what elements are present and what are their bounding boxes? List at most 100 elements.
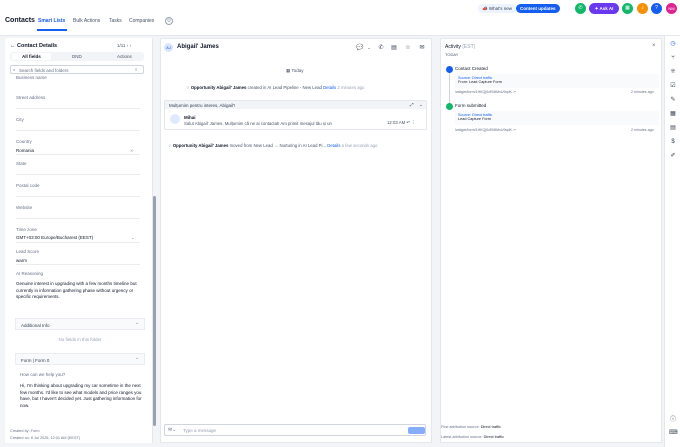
pager-count: 1/11 (117, 43, 126, 48)
form-question-label: How can we help you? (20, 372, 66, 377)
phone-icon[interactable]: ✆ (377, 44, 385, 52)
gear-icon[interactable]: ⚙ (165, 17, 173, 25)
keyboard-icon[interactable]: ⌨ (669, 429, 678, 437)
tab-companies[interactable]: Companies (129, 18, 154, 24)
pencil-icon[interactable]: ✎ (669, 96, 677, 104)
activity-event-card[interactable]: Source: Direct traffic From: Lead Captur… (455, 74, 659, 88)
help-icon[interactable]: ? (651, 3, 662, 14)
chat-bubble-icon[interactable]: 💬 (356, 44, 364, 52)
divider (16, 196, 140, 197)
activity-timezone: (EST) (462, 44, 476, 50)
ask-ai-button[interactable]: ✦ Ask AI (589, 3, 619, 14)
message-thread[interactable]: Mulțumim pentru interes, Abigail'! ⤢ ⌄ M… (164, 100, 427, 130)
tab-tasks[interactable]: Tasks (109, 18, 122, 24)
first-attribution-value: Direct traffic (480, 425, 501, 429)
wrench-icon[interactable]: ✐ (669, 152, 677, 160)
expand-icon[interactable]: ⤢ (410, 102, 414, 107)
event-text: moved from New Lead → Nurturing in AI Le… (229, 143, 327, 148)
back-arrow-icon[interactable]: ← (10, 43, 16, 49)
field-label-state: State (16, 161, 27, 166)
grid-icon[interactable]: ⁜ (669, 68, 677, 76)
event-details-link[interactable]: Details (327, 143, 340, 148)
opportunity-moved-event: ⁘ Opportunity Abigail' James moved from … (168, 143, 428, 149)
check-icon[interactable]: ☑ (669, 82, 677, 90)
lead-score-value[interactable]: warm (16, 258, 27, 263)
send-button[interactable] (408, 427, 425, 434)
ai-reasoning-value[interactable]: Genuine interest in upgrading with a few… (16, 281, 140, 301)
star-icon[interactable]: ☆ (404, 44, 412, 52)
form-url-label: /widget/form/1HKQj0zEMlMvU9qdK (455, 128, 512, 132)
empty-folder-text: No fields in this folder (58, 337, 102, 342)
opportunity-created-event: ⁘ Opportunity Abigail' James created in … (186, 85, 446, 91)
tab-actions[interactable]: Actions (117, 54, 132, 59)
mail-icon[interactable]: ✉ (418, 44, 426, 52)
info-icon[interactable]: ⓘ (669, 416, 677, 424)
date-divider-label: Today (291, 68, 304, 73)
tab-bulk-actions[interactable]: Bulk Actions (73, 18, 100, 24)
search-fields-input[interactable]: Search fields and folders (10, 65, 144, 74)
first-attribution-label: First attribution source: (441, 425, 480, 429)
message-time: 12:03 AM ↶ ⋮ (387, 120, 415, 126)
chevron-down-icon[interactable]: ⌄ (131, 235, 134, 240)
event-title: Opportunity Abigail' James (172, 143, 229, 148)
tab-smart-lists[interactable]: Smart Lists (38, 18, 65, 24)
form-url-label: /widget/form/1HKQj0zEMlMvU9qdK (455, 90, 512, 94)
apps-icon[interactable]: ▦ (622, 3, 633, 14)
filter-icon[interactable]: ≡ (135, 67, 137, 72)
first-attribution: First attribution source: Direct traffic (441, 425, 501, 429)
additional-info-section[interactable]: Additional Info ⌃ (15, 318, 145, 330)
more-icon[interactable]: ⋮ (411, 120, 415, 125)
record-pager: 1/11 ‹ › (117, 43, 131, 48)
whats-new-label: What's new (488, 6, 512, 11)
mail-icon[interactable]: ✉⌄ (168, 427, 176, 433)
message-composer[interactable]: ✉⌄ Type a message (164, 424, 426, 436)
calendar-icon[interactable]: ▦ (669, 110, 677, 118)
document-icon[interactable]: ▤ (669, 124, 677, 132)
close-icon[interactable]: ✕ (130, 148, 133, 153)
sender-avatar (170, 114, 180, 124)
field-label-business-name: Business name (16, 75, 47, 80)
avatar[interactable]: NM (666, 3, 677, 14)
folder-icon[interactable]: ▤ (390, 44, 398, 52)
country-select[interactable]: Romania (16, 148, 34, 153)
pipeline-icon: ⁘ (168, 143, 172, 148)
clock-icon[interactable]: ◷ (669, 40, 677, 48)
activity-event-card[interactable]: Source: Direct traffic Lead Capture Form (455, 111, 659, 125)
tab-dnd[interactable]: DND (72, 54, 82, 59)
search-placeholder: Search fields and folders (19, 67, 69, 73)
field-label-lead-score: Lead Score (16, 249, 40, 254)
dollar-icon[interactable]: $ (669, 138, 677, 146)
timezone-select[interactable]: GMT+03:00 Europe/Bucharest (EEST) (16, 235, 93, 240)
event-detail: Lead Capture Form (458, 117, 491, 122)
content-updates-button[interactable]: Content updates (516, 4, 560, 13)
tab-all-fields[interactable]: All fields (12, 53, 51, 60)
form-url-link[interactable]: /widget/form/1HKQj0zEMlMvU9qdK ↗ (455, 90, 516, 94)
calendar-icon: ▦ (286, 68, 291, 73)
chevron-up-icon: ⌃ (135, 322, 139, 327)
event-details-link[interactable]: Details (323, 85, 336, 90)
whats-new-button[interactable]: 📣 What's new (478, 4, 516, 13)
latest-attribution: Latest attribution source: Direct traffi… (441, 435, 504, 439)
chevron-down-icon[interactable]: ⌄ (365, 44, 373, 52)
chevron-down-icon[interactable]: ⌄ (419, 102, 423, 108)
form-section[interactable]: Form | Form 0 ⌃ (15, 353, 145, 365)
phone-icon[interactable]: ✆ (575, 3, 586, 14)
top-bar: Contacts Smart Lists Bulk Actions Tasks … (0, 0, 680, 36)
chevron-right-icon[interactable]: › (129, 43, 131, 48)
left-tabs: All fields DND Actions (10, 52, 144, 61)
external-link-icon: ↗ (512, 90, 516, 94)
close-icon[interactable]: × (652, 43, 656, 49)
bell-icon[interactable]: ♪ (637, 3, 648, 14)
contact-details-header: ← Contact Details (10, 43, 57, 49)
reply-icon[interactable]: ↶ (406, 120, 410, 125)
chevron-left-icon[interactable]: ‹ (127, 43, 129, 48)
event-detail: From: Lead Capture Form (458, 80, 502, 85)
active-tab-indicator (37, 29, 67, 31)
external-link-icon: ↗ (512, 128, 516, 132)
left-scrollbar[interactable] (153, 196, 156, 426)
form-url-link[interactable]: /widget/form/1HKQj0zEMlMvU9qdK ↗ (455, 128, 516, 132)
branch-icon[interactable]: ⑂ (669, 54, 677, 62)
message-time-label: 12:03 AM (387, 120, 406, 125)
activity-panel: Activity (EST) TODAY × Contact Created S… (440, 38, 662, 443)
sender-name: Mihai (184, 115, 196, 120)
